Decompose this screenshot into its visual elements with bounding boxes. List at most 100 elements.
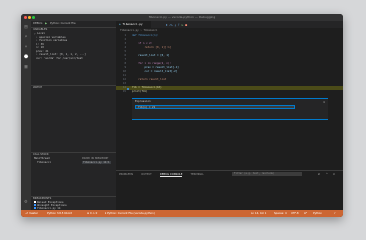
line-number: 11 bbox=[122, 74, 126, 77]
callstack-row[interactable]: fibonacci fibonacci.py 14:1 bbox=[37, 161, 122, 164]
thread-status: PAUSED ON BREAKPOINT bbox=[82, 157, 109, 160]
step-over-icon[interactable]: ⤼ bbox=[170, 23, 173, 27]
checkbox-icon[interactable] bbox=[34, 207, 36, 209]
continue-icon[interactable]: ⏵ bbox=[166, 23, 168, 27]
code-line: 5 bbox=[116, 50, 343, 54]
code-line: 3 if n < 2: bbox=[116, 42, 343, 46]
code-line: 12 return result_list bbox=[116, 78, 343, 82]
debug-sidebar: DEBUG ▶ Python: Current File VARIABLES ⌄… bbox=[31, 21, 116, 210]
watch-header[interactable]: WATCH bbox=[33, 86, 42, 90]
cursor-position[interactable]: Ln 14, Col 1 bbox=[251, 210, 266, 217]
maximize-panel-icon[interactable]: ⌃ bbox=[326, 172, 328, 176]
code-line: 15 print(fib) bbox=[116, 90, 343, 94]
breadcrumb[interactable]: fibonacci.py › fibonacci bbox=[120, 29, 157, 32]
step-into-icon[interactable]: ⤓ bbox=[175, 23, 176, 27]
expression-peek: Expression fib(n) = 21 ✕ bbox=[132, 98, 328, 120]
settings-icon[interactable]: ⚙ bbox=[23, 199, 29, 205]
line-number: 15 bbox=[122, 90, 126, 93]
checkbox-icon[interactable] bbox=[34, 204, 36, 206]
code-text: for i in range(2, n): bbox=[132, 62, 172, 65]
eol-indicator[interactable]: LF bbox=[304, 210, 307, 217]
code-line: 4 return [0, 1][:n] bbox=[116, 46, 343, 50]
code-text: fib = fibonacci(10) bbox=[132, 86, 162, 89]
debug-header: DEBUG ▶ Python: Current File bbox=[33, 22, 76, 26]
tab-terminal[interactable]: TERMINAL bbox=[190, 173, 203, 177]
start-debugging-icon[interactable]: ▶ bbox=[45, 22, 47, 25]
line-number: 5 bbox=[124, 50, 126, 53]
bell-icon[interactable]: ♪ bbox=[334, 210, 336, 217]
code-text: prev = result_list[-1] bbox=[132, 66, 179, 69]
code-text: return result_list bbox=[132, 78, 167, 81]
code-text: if n < 2: bbox=[132, 42, 153, 45]
line-number: 10 bbox=[122, 70, 126, 73]
code-line: 6 result_list = [0, 1] bbox=[116, 54, 343, 58]
code-text: print(fib) bbox=[132, 90, 148, 93]
debug-icon[interactable]: ⬣ bbox=[23, 54, 29, 60]
line-number: 14 bbox=[122, 86, 126, 89]
line-number: 4 bbox=[124, 46, 126, 49]
expression-input[interactable]: fib(n) = 21 bbox=[135, 105, 295, 109]
tab-fibonacci[interactable]: ◆ fibonacci.py bbox=[116, 21, 151, 28]
debug-config-indicator[interactable]: ⏵ Python: Current File (vscode-python) bbox=[105, 210, 155, 217]
encoding-indicator[interactable]: UTF-8 bbox=[291, 210, 299, 217]
editor-area: ◆ fibonacci.py ⏵ ⤼ ⤓ ⤒ ↻ ■ fibonacci.py … bbox=[116, 21, 343, 211]
variable-row[interactable]: cur: 'words' for /usr/src/test bbox=[36, 57, 121, 60]
code-line: 2 bbox=[116, 38, 343, 42]
problems-indicator[interactable]: ⊗ 0 ⚠ 0 bbox=[87, 210, 97, 217]
line-number: 8 bbox=[124, 62, 126, 65]
code-line: 10 cur = result_list[-2] bbox=[116, 70, 343, 74]
activity-bar: ▤ ⌕ ⑂ ⬣ ▦ ⚙ bbox=[21, 21, 31, 210]
callstack-row[interactable]: MainThread PAUSED ON BREAKPOINT bbox=[34, 157, 119, 160]
frame-name: fibonacci bbox=[37, 161, 52, 164]
line-number: 9 bbox=[124, 66, 126, 69]
close-panel-icon[interactable]: ✕ bbox=[333, 172, 335, 176]
code-text: def fibonacci(n): bbox=[132, 34, 159, 37]
line-number: 2 bbox=[124, 38, 126, 41]
panel-tabs: PROBLEMS OUTPUT DEBUG CONSOLE TERMINAL bbox=[119, 173, 204, 177]
indentation-indicator[interactable]: Spaces: 4 bbox=[274, 210, 287, 217]
status-bar: ⎇ master Python 3.8.5 64-bit ⊗ 0 ⚠ 0 ⏵ P… bbox=[21, 210, 343, 217]
language-indicator[interactable]: Python bbox=[313, 210, 322, 217]
step-out-icon[interactable]: ⤒ bbox=[178, 23, 179, 27]
clear-console-icon[interactable]: ⊘ bbox=[318, 172, 320, 176]
tab-output[interactable]: OUTPUT bbox=[141, 173, 152, 177]
extensions-icon[interactable]: ▦ bbox=[23, 64, 29, 70]
restart-icon[interactable]: ↻ bbox=[181, 23, 183, 27]
tab-problems[interactable]: PROBLEMS bbox=[119, 173, 133, 177]
line-number: 12 bbox=[122, 78, 126, 81]
vscode-window: fibonacci.py — vscode-python — Debugging… bbox=[21, 14, 343, 217]
debug-label: DEBUG bbox=[33, 22, 43, 25]
current-line: 14 fib = fibonacci(10) bbox=[116, 86, 343, 90]
bottom-panel: PROBLEMS OUTPUT DEBUG CONSOLE TERMINAL F… bbox=[116, 170, 343, 211]
line-number: 6 bbox=[124, 54, 126, 57]
line-number: 7 bbox=[124, 58, 126, 61]
tab-label: fibonacci.py bbox=[122, 22, 143, 26]
checkbox-icon[interactable] bbox=[34, 201, 36, 203]
interpreter-indicator[interactable]: Python 3.8.5 64-bit bbox=[47, 210, 72, 217]
code-text: result_list = [0, 1] bbox=[132, 54, 170, 57]
code-line: 1 def fibonacci(n): bbox=[116, 34, 343, 38]
code-text: return [0, 1][:n] bbox=[132, 46, 172, 49]
branch-indicator[interactable]: ⎇ master bbox=[25, 210, 38, 217]
source-control-icon[interactable]: ⑂ bbox=[23, 44, 29, 50]
search-icon[interactable]: ⌕ bbox=[23, 34, 29, 40]
thread-name: MainThread bbox=[34, 157, 50, 160]
line-number: 1 bbox=[124, 34, 126, 37]
close-icon[interactable]: ✕ bbox=[323, 100, 325, 104]
stop-icon[interactable]: ■ bbox=[185, 23, 187, 27]
code-line: 7 bbox=[116, 58, 343, 62]
filter-input[interactable]: Filter (e.g. text, !exclude) bbox=[232, 172, 302, 176]
line-number: 3 bbox=[124, 42, 126, 45]
code-line: 9 prev = result_list[-1] bbox=[116, 66, 343, 70]
tab-debug-console[interactable]: DEBUG CONSOLE bbox=[159, 173, 183, 177]
editor-tabs: ◆ fibonacci.py ⏵ ⤼ ⤓ ⤒ ↻ ■ bbox=[116, 21, 343, 28]
files-icon[interactable]: ▤ bbox=[23, 24, 29, 30]
window-title: fibonacci.py — vscode-python — Debugging bbox=[148, 15, 216, 19]
frame-location: fibonacci.py 14:1 bbox=[82, 161, 111, 164]
code-line: 13 bbox=[116, 82, 343, 86]
divider bbox=[31, 85, 116, 86]
config-select[interactable]: Python: Current File bbox=[50, 22, 76, 25]
code-line: 11 bbox=[116, 74, 343, 78]
code-line: 8 for i in range(2, n): bbox=[116, 62, 343, 66]
debug-toolbar: ⏵ ⤼ ⤓ ⤒ ↻ ■ bbox=[166, 22, 187, 27]
